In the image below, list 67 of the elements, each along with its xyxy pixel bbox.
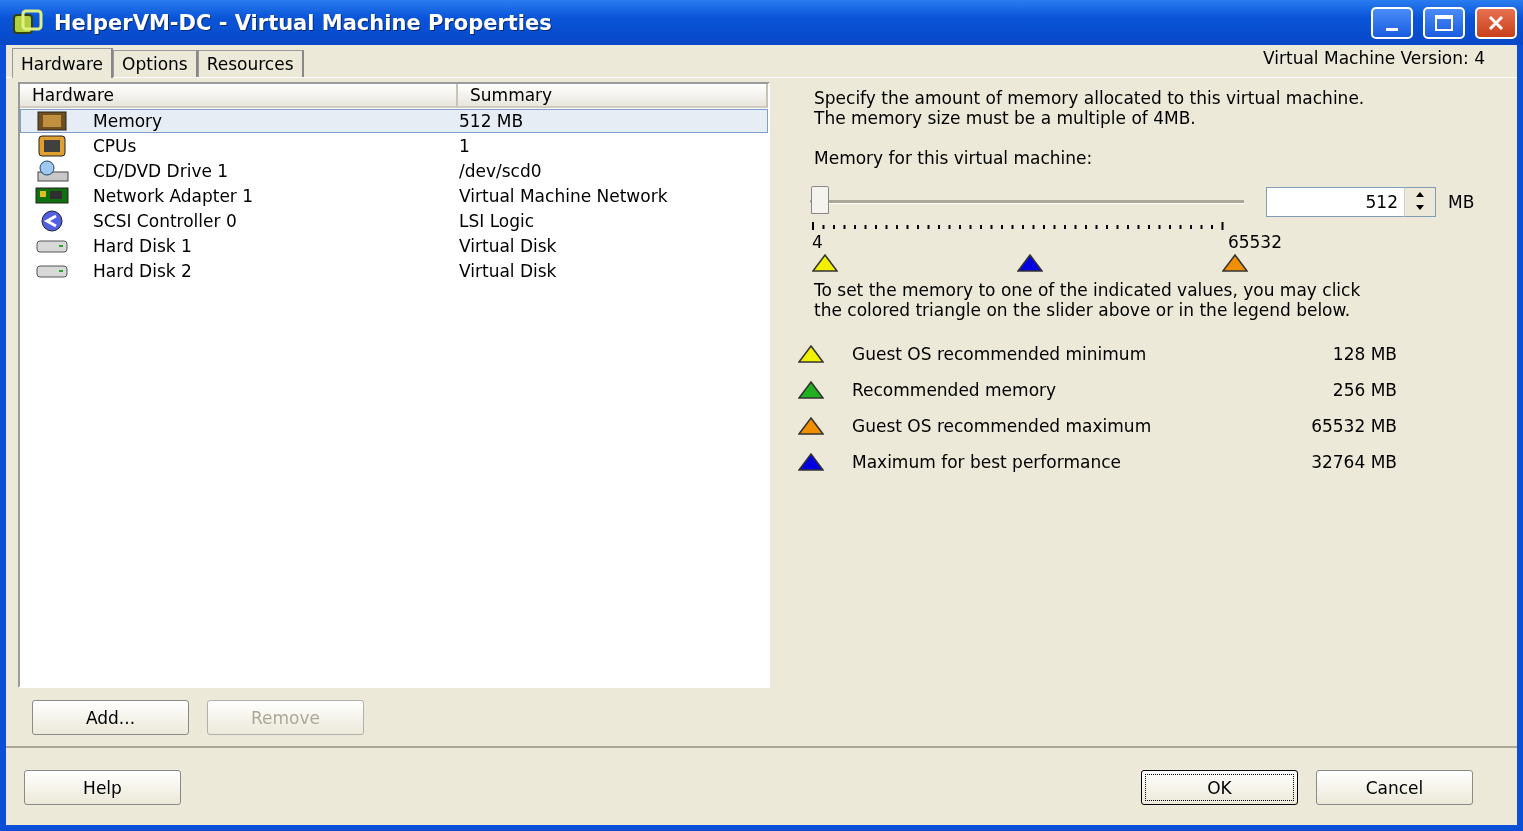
- legend-value: 65532 MB: [1310, 416, 1397, 436]
- legend-label: Recommended memory: [852, 380, 1058, 400]
- legend-value: 32764 MB: [1310, 452, 1397, 472]
- tab[interactable]: Options: [113, 50, 198, 77]
- spin-buttons[interactable]: [1404, 187, 1436, 217]
- legend-label: Guest OS recommended maximum: [852, 416, 1153, 436]
- hardware-row[interactable]: CD/DVD Drive 1 /dev/scd0: [20, 159, 768, 183]
- hardware-row[interactable]: Memory 512 MB: [20, 109, 768, 133]
- table-cell: Hard Disk 1: [93, 236, 192, 256]
- table-cell: Virtual Disk: [459, 236, 557, 256]
- app-logo-icon: [12, 8, 44, 37]
- table-cell: 1: [459, 136, 470, 156]
- minimize-icon: [1386, 28, 1398, 31]
- table-cell: Virtual Machine Network: [459, 186, 668, 206]
- tab[interactable]: Hardware: [12, 48, 114, 78]
- table-cell: Network Adapter 1: [93, 186, 254, 206]
- hint-text: To set the memory to one of the indicated values, you may click the colored triangle on the slider above or in the legend below.: [814, 280, 1362, 320]
- hardware-row[interactable]: SCSI Controller 0 LSI Logic: [20, 209, 768, 233]
- triangle-marker-icon[interactable]: [798, 345, 824, 363]
- hardware-row[interactable]: Hard Disk 1 Virtual Disk: [20, 234, 768, 258]
- hardware-row[interactable]: Network Adapter 1 Virtual Machine Network: [20, 184, 768, 208]
- table-cell: 512 MB: [459, 111, 524, 131]
- memory-input[interactable]: 512: [1266, 187, 1404, 217]
- minimize-button[interactable]: [1371, 6, 1413, 39]
- table-cell: Hard Disk 2: [93, 261, 192, 281]
- legend-label: Guest OS recommended minimum: [852, 344, 1148, 364]
- version-label: Virtual Machine Version: 4: [1263, 48, 1486, 70]
- triangle-marker-icon[interactable]: [798, 381, 824, 399]
- add-button[interactable]: Add...: [32, 700, 189, 735]
- cd-drive-icon: [35, 160, 69, 182]
- description-text: Specify the amount of memory allocated to this virtual machine. The memory size must be a multiple of 4MB.: [814, 88, 1366, 128]
- ok-button[interactable]: OK: [1141, 770, 1298, 805]
- maximize-button[interactable]: [1423, 6, 1465, 39]
- triangle-marker-icon[interactable]: [1222, 254, 1248, 272]
- help-button[interactable]: Help: [24, 770, 181, 805]
- max-label: 65532: [1227, 232, 1282, 252]
- min-label: 4: [812, 232, 823, 252]
- slider-label: Memory for this virtual machine:: [814, 148, 1094, 168]
- table-cell: CPUs: [93, 136, 137, 156]
- table-cell: Virtual Disk: [459, 261, 557, 281]
- legend-label: Maximum for best performance: [852, 452, 1122, 472]
- table-cell: CD/DVD Drive 1: [93, 161, 229, 181]
- close-button[interactable]: [1475, 6, 1517, 39]
- window-title: HelperVM-DC - Virtual Machine Properties: [54, 10, 553, 35]
- memory-chip-icon: [35, 110, 69, 132]
- triangle-marker-icon[interactable]: [812, 254, 838, 272]
- legend-value: 128 MB: [1331, 344, 1397, 364]
- hardware-row[interactable]: Hard Disk 2 Virtual Disk: [20, 259, 768, 283]
- table-cell: LSI Logic: [459, 211, 535, 231]
- triangle-marker-icon[interactable]: [1017, 254, 1043, 272]
- column-header[interactable]: Hardware: [20, 84, 458, 108]
- unit-label: MB: [1448, 192, 1475, 212]
- slider-thumb[interactable]: [811, 186, 830, 214]
- tab[interactable]: Resources: [197, 50, 304, 77]
- hardware-row[interactable]: CPUs 1: [20, 134, 768, 158]
- maximize-icon: [1434, 13, 1454, 32]
- legend-value: 256 MB: [1331, 380, 1397, 400]
- triangle-marker-icon[interactable]: [798, 417, 824, 435]
- cpu-chip-icon: [35, 135, 69, 157]
- table-cell: SCSI Controller 0: [93, 211, 237, 231]
- table-cell: /dev/scd0: [459, 161, 542, 181]
- table-cell: Memory: [93, 111, 163, 131]
- network-card-icon: [35, 185, 69, 207]
- cancel-button[interactable]: Cancel: [1316, 770, 1473, 805]
- triangle-marker-icon[interactable]: [798, 453, 824, 471]
- column-header[interactable]: Summary: [458, 84, 768, 108]
- close-icon: [1487, 13, 1505, 32]
